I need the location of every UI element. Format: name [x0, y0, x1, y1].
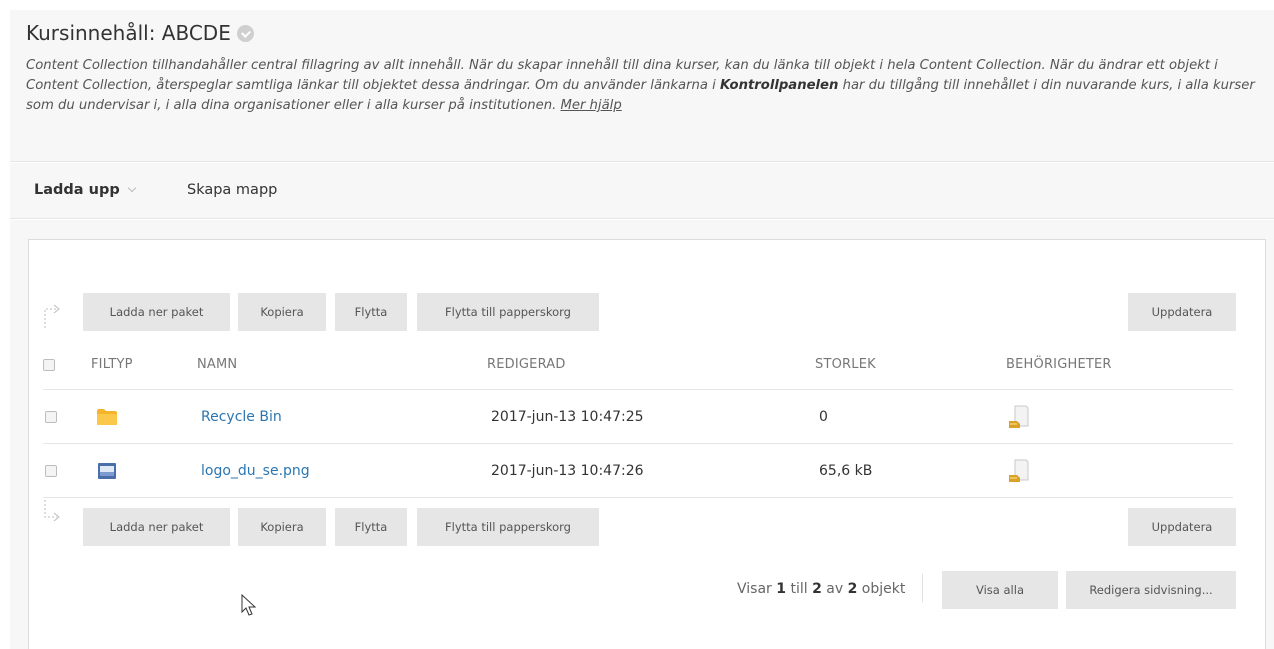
name-cell: Recycle Bin [201, 390, 282, 443]
move-to-trash-button-top[interactable]: Flytta till papperskorg [417, 293, 599, 331]
table-row: logo_du_se.png 2017-jun-13 10:47:26 65,6… [43, 444, 1233, 498]
column-name[interactable]: NAMN [197, 340, 237, 389]
upload-label: Ladda upp [34, 182, 120, 198]
upload-menu-button[interactable]: Ladda upp [34, 182, 136, 198]
filetype-cell [97, 444, 117, 497]
page-title-text: Kursinnehåll: ABCDE [26, 21, 231, 45]
paging-from: 1 [776, 581, 786, 597]
row-checkbox[interactable] [45, 464, 57, 477]
column-filetype[interactable]: FILTYP [91, 340, 133, 389]
help-link[interactable]: Mer hjälp [560, 98, 621, 113]
column-permissions[interactable]: BEHÖRIGHETER [1006, 340, 1112, 389]
download-package-button-top[interactable]: Ladda ner paket [83, 293, 230, 331]
folder-icon [97, 408, 117, 425]
paging-mid: till [786, 581, 813, 597]
content-area: Ladda ner paket Kopiera Flytta Flytta ti… [10, 220, 1274, 649]
permissions-cell [1007, 390, 1033, 443]
chevron-down-icon [127, 183, 136, 193]
page-title: Kursinnehåll: ABCDE [26, 21, 254, 45]
column-size[interactable]: STORLEK [815, 340, 876, 389]
table-header-row: FILTYP NAMN REDIGERAD STORLEK BEHÖRIGHET… [43, 340, 1233, 390]
selected-items-arrow-icon [44, 500, 60, 522]
file-list-panel: Ladda ner paket Kopiera Flytta Flytta ti… [28, 239, 1266, 649]
mouse-cursor-icon [241, 594, 257, 616]
column-edited[interactable]: REDIGERAD [487, 340, 566, 389]
paging-of: av [821, 581, 848, 597]
file-name-link[interactable]: logo_du_se.png [201, 463, 310, 479]
size-cell: 0 [819, 408, 828, 425]
edited-cell: 2017-jun-13 10:47:25 [491, 408, 644, 425]
copy-button-bottom[interactable]: Kopiera [238, 508, 326, 546]
page-description: Content Collection tillhandahåller centr… [26, 56, 1266, 116]
download-package-button-bottom[interactable]: Ladda ner paket [83, 508, 230, 546]
permissions-icon[interactable] [1007, 404, 1033, 430]
select-all-cell [43, 340, 55, 389]
row-checkbox[interactable] [45, 410, 57, 423]
filetype-cell [96, 390, 118, 443]
row-select-cell [45, 444, 57, 497]
permissions-cell [1007, 444, 1033, 497]
select-all-checkbox[interactable] [43, 358, 55, 371]
create-folder-button[interactable]: Skapa mapp [187, 182, 277, 198]
page: Kursinnehåll: ABCDE Content Collection t… [0, 0, 1274, 649]
content-header: Kursinnehåll: ABCDE Content Collection t… [10, 10, 1274, 162]
row-select-cell [45, 390, 57, 443]
action-bar: Ladda upp Skapa mapp [10, 163, 1274, 219]
paging-prefix: Visar [737, 581, 777, 597]
paging-total: 2 [847, 581, 858, 597]
show-all-button[interactable]: Visa alla [942, 571, 1058, 609]
description-bold: Kontrollpanelen [720, 78, 839, 93]
refresh-button-bottom[interactable]: Uppdatera [1128, 508, 1236, 546]
options-chevron-icon[interactable] [236, 25, 254, 42]
name-cell: logo_du_se.png [201, 444, 310, 497]
edit-paging-button[interactable]: Redigera sidvisning... [1066, 571, 1236, 609]
image-file-icon [98, 462, 116, 479]
footer-divider [922, 574, 923, 602]
permissions-icon[interactable] [1007, 458, 1033, 484]
table-row: Recycle Bin 2017-jun-13 10:47:25 0 [43, 390, 1233, 444]
move-to-trash-button-bottom[interactable]: Flytta till papperskorg [417, 508, 599, 546]
copy-button-top[interactable]: Kopiera [238, 293, 326, 331]
size-cell: 65,6 kB [819, 462, 873, 479]
refresh-button-top[interactable]: Uppdatera [1128, 293, 1236, 331]
paging-summary: Visar 1 till 2 av 2 objekt [737, 581, 905, 597]
selected-items-arrow-icon [44, 304, 60, 328]
edited-cell: 2017-jun-13 10:47:26 [491, 462, 644, 479]
file-name-link[interactable]: Recycle Bin [201, 409, 282, 425]
move-button-top[interactable]: Flytta [335, 293, 407, 331]
move-button-bottom[interactable]: Flytta [335, 508, 407, 546]
paging-to: 2 [812, 581, 822, 597]
paging-suffix: objekt [857, 581, 906, 597]
